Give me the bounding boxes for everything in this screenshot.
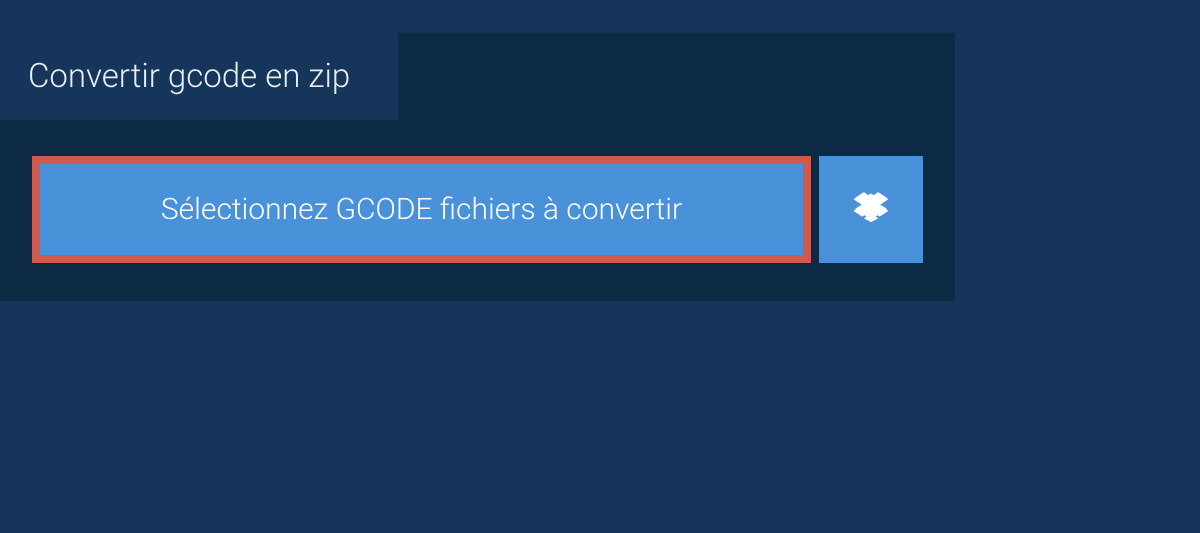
dropbox-icon — [852, 189, 890, 231]
tab-convert[interactable]: Convertir gcode en zip — [0, 33, 398, 120]
converter-panel: Convertir gcode en zip Sélectionnez GCOD… — [0, 33, 955, 301]
select-files-button[interactable]: Sélectionnez GCODE fichiers à convertir — [32, 156, 811, 263]
dropbox-button[interactable] — [819, 156, 923, 263]
button-row: Sélectionnez GCODE fichiers à convertir — [32, 156, 923, 263]
tab-label: Convertir gcode en zip — [28, 57, 350, 96]
select-files-label: Sélectionnez GCODE fichiers à convertir — [161, 192, 682, 227]
